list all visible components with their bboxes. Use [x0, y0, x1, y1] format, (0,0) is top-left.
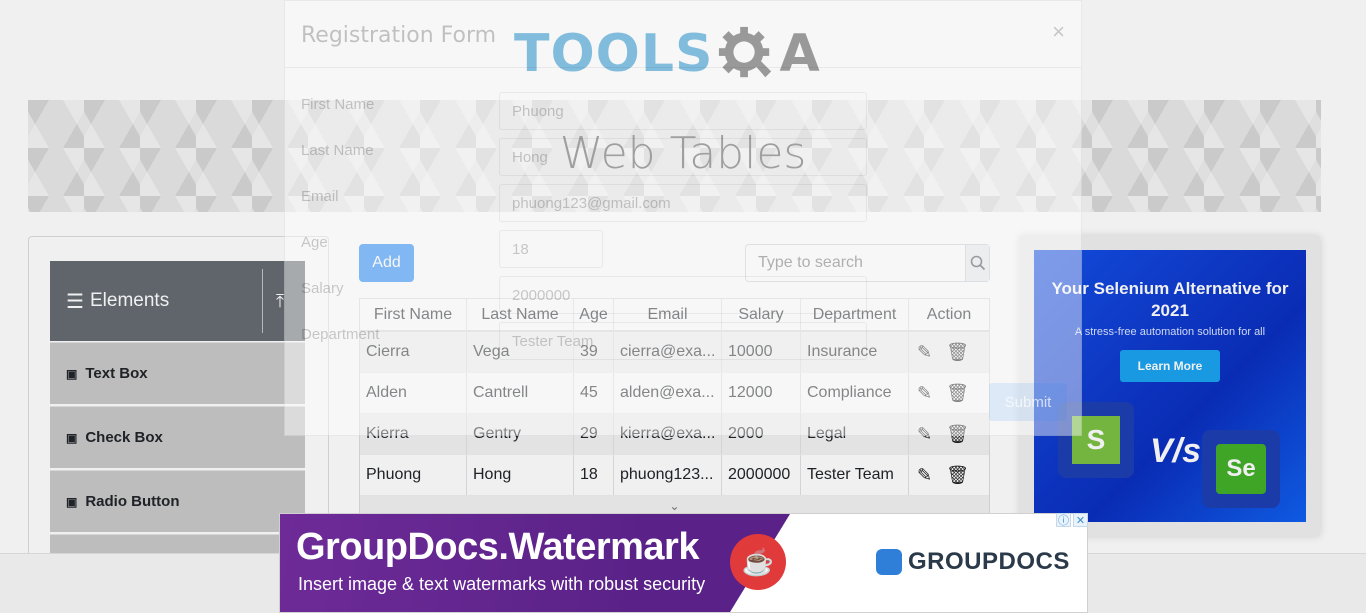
page: TOOLS A Web Tables ☰ Elements ⤒ ▣ Text B…	[0, 0, 1366, 613]
last-name-field[interactable]: Hong	[499, 138, 867, 176]
modal-title: Registration Form	[301, 23, 497, 48]
age-field[interactable]: 18	[499, 230, 603, 268]
groupdocs-logo-icon	[876, 549, 902, 575]
first-name-field[interactable]: Phuong	[499, 92, 867, 130]
age-label: Age	[301, 234, 328, 251]
bottom-ad-brand: GroupDocs.Watermark	[296, 526, 699, 568]
email-field[interactable]: phuong123@gmail.com	[499, 184, 867, 222]
email-label: Email	[301, 188, 339, 205]
ad-info-icon[interactable]: ⓘ	[1056, 513, 1071, 527]
groupdocs-logo-text: GROUPDOCS	[908, 548, 1070, 575]
salary-field[interactable]: 2000000	[499, 276, 867, 314]
submit-button[interactable]: Submit	[989, 383, 1067, 421]
last-name-label: Last Name	[301, 142, 374, 159]
bottom-advertisement[interactable]: GroupDocs.Watermark Insert image & text …	[279, 513, 1088, 613]
java-cup-icon: ☕	[730, 534, 786, 590]
department-label: Department	[301, 326, 380, 343]
modal-divider	[285, 67, 1081, 68]
first-name-label: First Name	[301, 96, 375, 113]
ad-choices: ⓘ ✕	[1056, 513, 1088, 527]
salary-label: Salary	[301, 280, 344, 297]
close-icon[interactable]: ×	[1052, 19, 1065, 45]
department-field[interactable]: Tester Team	[499, 322, 867, 360]
ad-close-icon[interactable]: ✕	[1073, 513, 1088, 527]
groupdocs-logo: GROUPDOCS	[876, 548, 1070, 576]
bottom-ad-tagline: Insert image & text watermarks with robu…	[298, 574, 706, 594]
registration-form-modal: Registration Form × First Name Phuong La…	[284, 0, 1082, 436]
